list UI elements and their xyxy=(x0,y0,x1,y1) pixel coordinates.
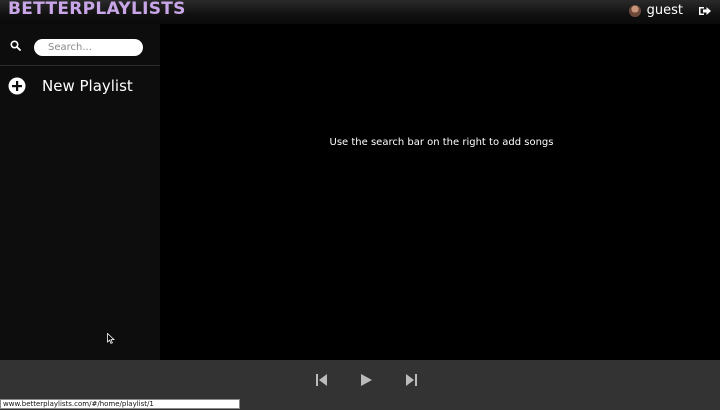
plus-circle-icon xyxy=(8,77,26,95)
user-menu[interactable]: guest xyxy=(628,3,683,18)
empty-playlist-hint: Use the search bar on the right to add s… xyxy=(329,137,554,148)
skip-back-icon[interactable] xyxy=(315,373,329,387)
mouse-cursor-icon xyxy=(107,333,115,344)
new-playlist-button[interactable]: New Playlist xyxy=(0,76,160,102)
skip-forward-icon[interactable] xyxy=(404,373,418,387)
avatar-icon xyxy=(628,4,641,17)
sidebar: New Playlist xyxy=(0,24,160,360)
play-icon[interactable] xyxy=(359,373,373,387)
new-playlist-label: New Playlist xyxy=(42,77,133,95)
user-name[interactable]: guest xyxy=(647,3,683,18)
top-bar: BETTERPLAYLISTS guest xyxy=(0,0,720,24)
logout-icon[interactable] xyxy=(698,4,712,18)
search-input[interactable] xyxy=(34,39,143,56)
main-content: Use the search bar on the right to add s… xyxy=(160,24,720,360)
search-row xyxy=(0,24,160,66)
app-logo[interactable]: BETTERPLAYLISTS xyxy=(8,0,186,19)
status-bar-url: www.betterplaylists.com/#/home/playlist/… xyxy=(0,399,240,409)
search-icon xyxy=(10,40,21,51)
